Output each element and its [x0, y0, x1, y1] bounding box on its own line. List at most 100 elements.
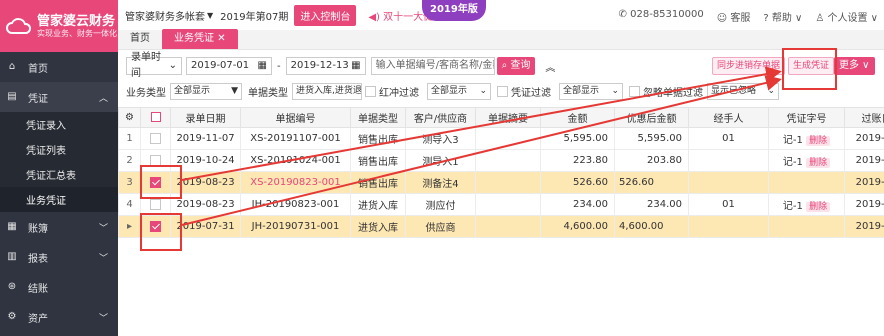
row-select-cell[interactable]: [140, 171, 171, 194]
sidebar-item-voucher[interactable]: ▤ 凭证 ︿: [0, 82, 118, 112]
row-checkbox[interactable]: [150, 198, 161, 210]
column-header[interactable]: 单据类型: [350, 107, 406, 128]
doc-no-cell[interactable]: XS-20190823-001: [240, 171, 351, 194]
collapse-icon[interactable]: ︽: [545, 59, 555, 74]
generate-voucher-button[interactable]: 生成凭证: [788, 57, 835, 75]
delete-button[interactable]: 删除: [806, 136, 831, 146]
tab-home[interactable]: 首页: [118, 29, 162, 49]
column-header[interactable]: 金额: [540, 107, 615, 128]
chevron-down-icon: ⌄: [479, 85, 487, 96]
gear-icon[interactable]: ⚙: [125, 112, 134, 123]
select-all-header[interactable]: [140, 107, 171, 128]
voucher-filter-value: 全部显示: [563, 85, 600, 96]
submenu-item-voucher-list[interactable]: 凭证列表: [0, 137, 118, 162]
personal-settings-link[interactable]: ♙ 个人设置 ∨: [815, 9, 878, 24]
doc-no-cell[interactable]: JH-20190731-001: [240, 215, 351, 238]
submenu-item-voucher-summary[interactable]: 凭证汇总表: [0, 162, 118, 187]
ignore-filter-checkbox[interactable]: [629, 85, 640, 97]
submenu-item-business-voucher[interactable]: 业务凭证: [0, 187, 118, 212]
search-input[interactable]: 输入单据编号/客商名称/金额查询: [370, 57, 495, 75]
date-from-input[interactable]: 2019-07-01 ▦: [186, 57, 272, 75]
row-checkbox-checked[interactable]: [150, 176, 161, 188]
row-checkbox[interactable]: [150, 154, 161, 166]
submenu-item-voucher-entry[interactable]: 凭证录入: [0, 112, 118, 137]
voucher-no[interactable]: 记-1: [783, 157, 803, 168]
red-filter-select[interactable]: 全部显示 ⌄: [427, 82, 491, 100]
calendar-icon[interactable]: ▦: [351, 58, 360, 74]
row-select-cell[interactable]: [140, 215, 171, 238]
column-header[interactable]: 单据摘要: [475, 107, 541, 128]
row-select-cell[interactable]: [140, 149, 171, 172]
table-row[interactable]: 1 2019-11-07 XS-20191107-001 销售出库 测导入3 5…: [118, 127, 884, 150]
chevron-down-icon: ﹀: [98, 253, 108, 264]
table-row[interactable]: 3 2019-08-23 XS-20190823-001 销售出库 测备注4 5…: [118, 171, 884, 194]
filter-toolbar: 录单时间 ⌄ 2019-07-01 ▦ - 2019-12-13 ▦ 输入单据编号/客…: [126, 52, 884, 79]
sidebar-item-home[interactable]: ⌂ 首页: [0, 52, 118, 82]
doc-type-cell: 销售出库: [350, 127, 406, 150]
table-row[interactable]: 2 2019-10-24 XS-20191024-001 销售出库 测导入1 2…: [118, 149, 884, 172]
close-icon[interactable]: ✕: [217, 33, 225, 44]
sidebar-item-settle[interactable]: ⊛ 结账: [0, 272, 118, 302]
column-settings[interactable]: ⚙: [118, 107, 141, 128]
help-link[interactable]: ? 帮助 ∨: [763, 9, 802, 24]
voucher-no[interactable]: 记-1: [783, 135, 803, 146]
delete-button[interactable]: 删除: [806, 158, 831, 168]
account-selector[interactable]: 管家婆财务多帐套: [125, 8, 205, 23]
dropdown-icon[interactable]: ▼: [207, 11, 213, 20]
ignore-filter-select[interactable]: 显示已忽略 ⌄: [707, 82, 779, 100]
enter-console-button[interactable]: 进入控制台: [294, 4, 357, 26]
posting-date-cell: 2019-08: [844, 193, 884, 216]
doc-no-cell[interactable]: JH-20190823-001: [240, 193, 351, 216]
calendar-icon[interactable]: ▦: [258, 58, 267, 74]
biz-type-select[interactable]: 全部显示 ▼: [170, 82, 242, 100]
doc-no-cell[interactable]: XS-20191024-001: [240, 149, 351, 172]
doc-no-cell[interactable]: XS-20191107-001: [240, 127, 351, 150]
date-cell: 2019-07-31: [170, 215, 241, 238]
date-mode-value: 录单时间: [131, 52, 161, 79]
table-row[interactable]: 4 2019-08-23 JH-20190823-001 进货入库 测应付 23…: [118, 193, 884, 216]
sidebar-item-report[interactable]: ▥ 报表 ﹀: [0, 242, 118, 272]
tab-business-voucher[interactable]: 业务凭证 ✕: [162, 29, 238, 49]
delete-button[interactable]: 删除: [806, 202, 831, 212]
row-checkbox-checked[interactable]: [150, 220, 161, 232]
column-header[interactable]: 录单日期: [170, 107, 241, 128]
row-checkbox[interactable]: [150, 132, 161, 144]
date-mode-select[interactable]: 录单时间 ⌄: [126, 52, 182, 79]
date-to-input[interactable]: 2019-12-13 ▦: [285, 57, 366, 75]
row-select-cell[interactable]: [140, 193, 171, 216]
chevron-up-icon: ︿: [98, 93, 108, 104]
service-link[interactable]: ☺ 客服: [717, 9, 751, 24]
column-header[interactable]: 客户/供应商: [405, 107, 476, 128]
doc-type-select[interactable]: 进货入库,进货退: [292, 82, 362, 100]
voucher-table: ⚙ 录单日期 单据编号 单据类型 客户/供应商 单据摘要 金额 优惠后金额 经手…: [118, 107, 884, 336]
report-icon: ▥: [7, 251, 17, 262]
handler-cell: [688, 149, 769, 172]
posting-date-cell: 2019-11: [844, 149, 884, 172]
column-header[interactable]: 优惠后金额: [614, 107, 689, 128]
voucher-no[interactable]: 记-1: [783, 201, 803, 212]
red-filter-checkbox[interactable]: [365, 85, 376, 97]
service-icon: ☺: [716, 13, 728, 24]
voucher-filter-select[interactable]: 全部显示 ⌄: [559, 82, 623, 100]
date-cell: 2019-11-07: [170, 127, 241, 150]
doc-type-label: 单据类型: [248, 87, 288, 99]
logo[interactable]: 管家婆云财务 实现业务、财务一体化: [0, 0, 118, 52]
logo-subtitle: 实现业务、财务一体化: [37, 28, 117, 38]
select-all-checkbox[interactable]: [150, 112, 161, 122]
column-header[interactable]: 凭证字号: [768, 107, 845, 128]
table-row[interactable]: ▸ 2019-07-31 JH-20190731-001 进货入库 供应商 4,…: [118, 215, 884, 238]
cloud-logo-icon: [6, 18, 32, 34]
row-select-cell[interactable]: [140, 127, 171, 150]
doc-type-cell: 销售出库: [350, 149, 406, 172]
query-button[interactable]: ⌕ 查询: [496, 57, 536, 75]
asset-icon: ⚙: [7, 311, 17, 322]
more-button[interactable]: 更多 ∨: [834, 57, 875, 75]
sidebar-item-ledger[interactable]: ▦ 账簿 ﹀: [0, 212, 118, 242]
column-header[interactable]: 过账日: [844, 107, 884, 128]
sync-inventory-button[interactable]: 同步进销存单据: [712, 57, 786, 75]
promo-badge[interactable]: 2019年版: [422, 0, 486, 21]
sidebar-item-asset[interactable]: ⚙ 资产 ﹀: [0, 302, 118, 332]
column-header[interactable]: 经手人: [688, 107, 769, 128]
column-header[interactable]: 单据编号: [240, 107, 351, 128]
voucher-filter-checkbox[interactable]: [497, 85, 508, 97]
